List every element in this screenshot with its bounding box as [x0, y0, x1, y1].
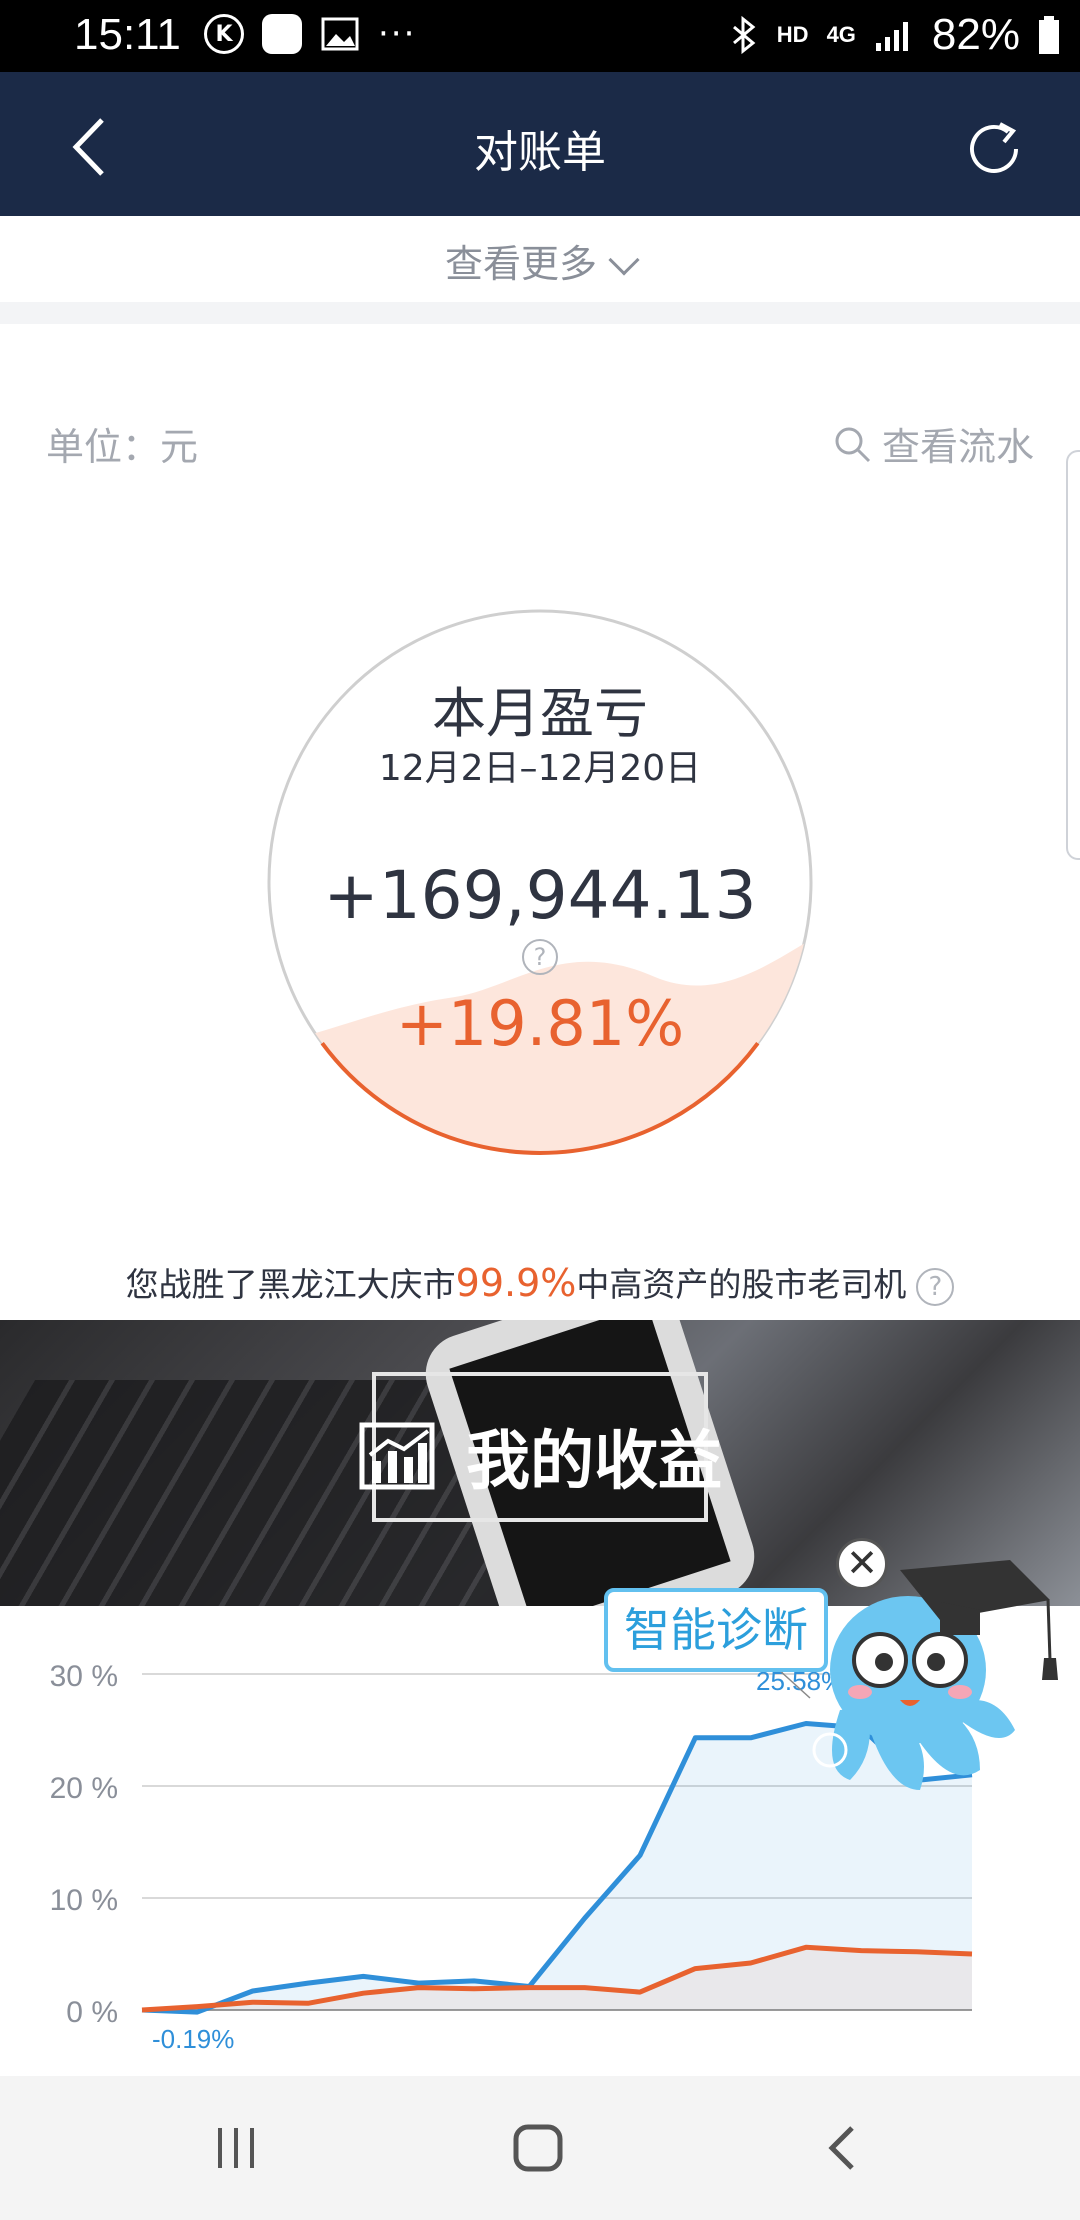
more-notifications-icon: ··· [378, 14, 417, 54]
system-navigation-bar [0, 2076, 1080, 2220]
ranking-text: 您战胜了黑龙江大庆市99.9%中高资产的股市老司机? [0, 1258, 1080, 1306]
bar-chart-icon [359, 1422, 435, 1490]
view-flow-label: 查看流水 [881, 425, 1034, 469]
close-icon[interactable]: ✕ [836, 1538, 888, 1590]
min-annotation: -0.19% [152, 2024, 234, 2054]
gauge-percent: +19.81% [395, 987, 685, 1060]
side-drawer-handle[interactable] [1066, 450, 1080, 860]
view-flow-link[interactable]: 查看流水 [832, 416, 1034, 471]
ranking-highlight: 99.9% [455, 1261, 577, 1305]
monthly-pnl-gauge: 本月盈亏 12月2日–12月20日 +169,944.13 ? +19.81% [265, 607, 815, 1157]
signal-icon [875, 22, 908, 51]
gauge-amount: +169,944.13 [323, 857, 757, 934]
battery-percent: 82% [931, 10, 1020, 59]
k-app-icon: K [204, 14, 244, 54]
smart-diagnosis-button[interactable]: 智能诊断 [604, 1588, 828, 1672]
y-tick-label: 30 % [50, 1660, 118, 1693]
y-tick-label: 0 % [66, 1996, 118, 2029]
gauge-date-range: 12月2日–12月20日 [378, 748, 702, 789]
back-icon[interactable] [822, 2124, 862, 2172]
network-hd-label: HD [776, 22, 809, 47]
gallery-icon [321, 17, 359, 51]
top-navigation-bar: 对账单 [0, 72, 1080, 216]
network-4g-label: 4G [826, 22, 856, 47]
home-icon[interactable] [512, 2124, 564, 2172]
page-title: 对账单 [474, 127, 606, 178]
ranking-prefix: 您战胜了黑龙江大庆市 [125, 1265, 456, 1304]
help-icon[interactable]: ? [522, 939, 558, 975]
chevron-down-icon [608, 244, 640, 276]
ranking-help-icon[interactable]: ? [916, 1267, 955, 1306]
banner-label: 我的收益 [466, 1425, 722, 1499]
chat-app-icon [262, 14, 302, 54]
status-time: 15:11 [74, 10, 181, 59]
bluetooth-icon [732, 15, 756, 55]
recent-apps-icon[interactable] [212, 2124, 260, 2172]
view-more-label: 查看更多 [444, 242, 597, 286]
gauge-title: 本月盈亏 [432, 682, 648, 745]
ranking-suffix: 中高资产的股市老司机 [576, 1265, 907, 1304]
y-tick-label: 10 % [50, 1884, 118, 1917]
octopus-mascot-icon[interactable] [800, 1540, 1060, 1810]
status-bar: 15:11 K ··· HD 4G 82% [0, 0, 1080, 72]
view-more-toggle[interactable]: 查看更多 [0, 216, 1080, 324]
y-tick-label: 20 % [50, 1772, 118, 1805]
battery-icon [1039, 16, 1059, 54]
refresh-icon[interactable] [964, 118, 1026, 180]
unit-label: 单位：元 [46, 425, 199, 469]
search-icon [835, 427, 871, 462]
